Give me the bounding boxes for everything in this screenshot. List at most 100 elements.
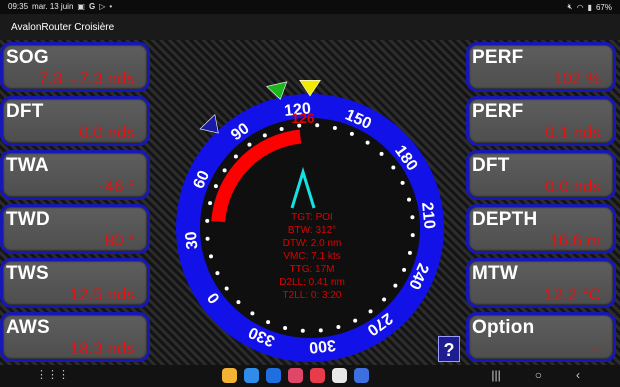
twd-marker xyxy=(199,114,219,134)
tick-dot xyxy=(236,300,241,305)
tick-dot xyxy=(400,180,405,185)
play-icon: ▷ xyxy=(99,2,106,11)
settings-app-icon[interactable] xyxy=(354,368,369,383)
tick-dot xyxy=(365,140,370,145)
tile-dft-right[interactable]: DFT 0.0 nds xyxy=(466,150,616,200)
nav-info-line: DTW: 2.0 nm xyxy=(283,238,342,249)
tile-value: 18.3 nds xyxy=(69,339,135,358)
back-icon[interactable]: ‹ xyxy=(576,368,580,382)
tick-dot xyxy=(336,325,341,330)
tick-dot xyxy=(250,311,255,316)
google-icon: G xyxy=(88,2,96,11)
tile-depth[interactable]: DEPTH 16.6 m xyxy=(466,204,616,254)
system-nav-bar: ⋮⋮⋮ ||| ○ ‹ xyxy=(0,365,620,387)
battery-level: 67% xyxy=(595,2,612,12)
tick-dot xyxy=(247,142,252,147)
mute-icon: 🔇︎ xyxy=(567,2,573,11)
tick-dot xyxy=(407,250,412,255)
battery-icon: ▮ xyxy=(587,2,592,12)
tick-dot xyxy=(222,168,227,173)
gallery-icon: ▣ xyxy=(77,2,85,11)
tile-value: 7.3→7.3 nds xyxy=(38,69,135,88)
tick-dot xyxy=(224,286,229,291)
tile-value: 12.2 °C xyxy=(544,285,601,304)
calendar-app-icon[interactable] xyxy=(244,368,259,383)
tile-perf-speed[interactable]: PERF 0.1 nds xyxy=(466,96,616,146)
nav-info-line: TGT: POI xyxy=(291,212,333,223)
files-app-icon[interactable] xyxy=(222,368,237,383)
tile-option[interactable]: Option -- xyxy=(466,312,616,362)
tick-dot xyxy=(391,165,396,170)
tick-dot xyxy=(208,254,213,259)
play-store-app-icon[interactable] xyxy=(332,368,347,383)
nav-info-line: D2LL: 0.41 nm xyxy=(279,277,345,288)
recents-icon[interactable]: ||| xyxy=(491,368,500,382)
tile-value: 0.0 nds xyxy=(545,177,601,196)
tick-dot xyxy=(213,184,218,189)
tile-value: 0.1 nds xyxy=(545,123,601,142)
main-panel: SOG 7.3→7.3 nds DFT 0.0 nds TWA -46 ° TW… xyxy=(0,40,620,365)
navigation-info: TGT: POI BTW: 312° DTW: 2.0 nm VMC: 7.1 kts… xyxy=(279,212,345,301)
tile-aws[interactable]: AWS 18.3 nds xyxy=(0,312,150,362)
tile-label: TWD xyxy=(6,209,50,230)
tile-label: PERF xyxy=(472,101,524,122)
compass-dial: 0306090120 150180210240270300330 126 TGT:… xyxy=(176,80,444,362)
status-date: mar. 13 juin xyxy=(32,2,74,11)
tick-dot xyxy=(233,154,238,159)
tile-twd[interactable]: TWD 80 ° xyxy=(0,204,150,254)
tick-dot xyxy=(407,197,412,202)
tick-dot xyxy=(315,123,320,128)
app-drawer-icon[interactable]: ⋮⋮⋮ xyxy=(36,368,69,381)
tick-dot xyxy=(205,218,210,223)
tile-label: TWS xyxy=(6,263,49,284)
tick-dot xyxy=(349,131,354,136)
tick-dot xyxy=(353,318,358,323)
tile-perf[interactable]: PERF 102 % xyxy=(466,42,616,92)
tick-dot xyxy=(283,325,288,330)
compass-label-300: 300 xyxy=(308,336,336,356)
tile-value: -46 ° xyxy=(98,177,135,196)
tile-twa[interactable]: TWA -46 ° xyxy=(0,150,150,200)
tile-label: TWA xyxy=(6,155,49,176)
nav-info-line: T2LL: 0: 3:20 xyxy=(283,290,342,301)
tile-label: DEPTH xyxy=(472,209,538,230)
tile-mtw[interactable]: MTW 12.2 °C xyxy=(466,258,616,308)
home-icon[interactable]: ○ xyxy=(535,368,542,382)
tick-dot xyxy=(300,328,305,333)
tile-label: AWS xyxy=(6,317,50,338)
tile-sog[interactable]: SOG 7.3→7.3 nds xyxy=(0,42,150,92)
help-button[interactable]: ? xyxy=(438,336,460,362)
heading-marker xyxy=(299,80,321,97)
tile-value: 0.0 nds xyxy=(79,123,135,142)
compass-label-210: 210 xyxy=(418,201,438,229)
messages-app-icon[interactable] xyxy=(266,368,281,383)
tile-label: DFT xyxy=(6,101,44,122)
tick-dot xyxy=(410,233,415,238)
heading-readout: 126 xyxy=(291,110,315,126)
nav-info-line: VMC: 7.1 kts xyxy=(283,251,340,262)
tick-dot xyxy=(382,297,387,302)
dot-icon: • xyxy=(109,2,113,11)
tile-label: MTW xyxy=(472,263,518,284)
tile-value: 80 ° xyxy=(104,231,135,250)
tile-dft[interactable]: DFT 0.0 nds xyxy=(0,96,150,146)
app-dock xyxy=(222,368,369,383)
tick-dot xyxy=(266,320,271,325)
tile-value: -- xyxy=(589,339,601,358)
wifi-icon: ◠ xyxy=(576,2,584,12)
gallery-app-icon[interactable] xyxy=(288,368,303,383)
camera-app-icon[interactable] xyxy=(310,368,325,383)
tile-value: 12.5 nds xyxy=(69,285,135,304)
tile-tws[interactable]: TWS 12.5 nds xyxy=(0,258,150,308)
tick-dot xyxy=(279,126,284,131)
status-bar: 09:35 mar. 13 juin ▣ G ▷ • 🔇︎ ◠ ▮ 67% xyxy=(0,0,620,14)
compass-label-30: 30 xyxy=(183,231,202,251)
tick-dot xyxy=(205,236,210,241)
tick-dot xyxy=(402,267,407,272)
tile-value: 16.6 m xyxy=(549,231,601,250)
tick-dot xyxy=(410,215,415,220)
nav-info-line: BTW: 312° xyxy=(288,225,336,236)
app-title-bar: AvalonRouter Croisière xyxy=(0,14,620,40)
tick-dot xyxy=(379,151,384,156)
tick-dot xyxy=(208,201,213,206)
